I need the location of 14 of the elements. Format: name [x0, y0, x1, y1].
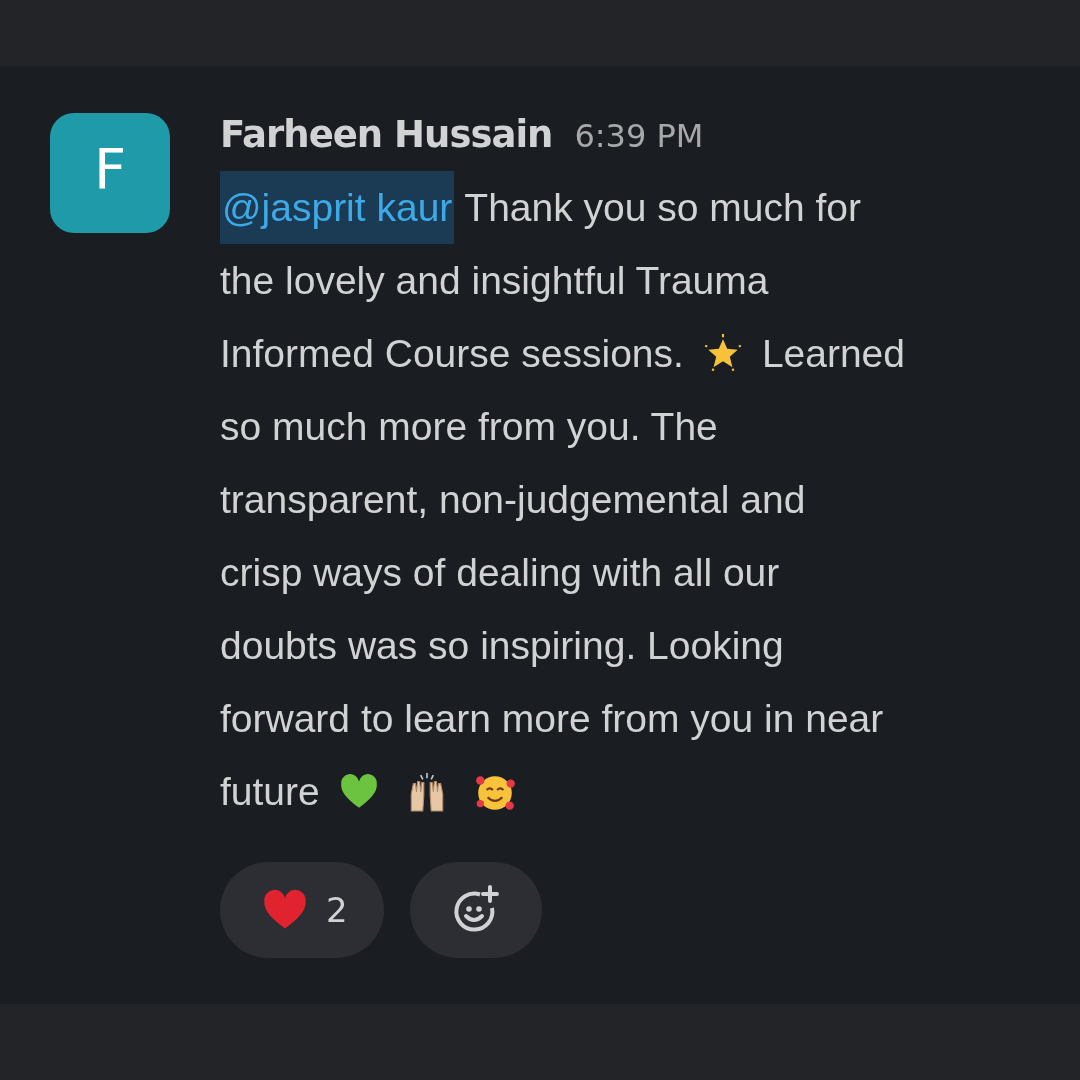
message-text: Informed Course sessions. — [220, 331, 684, 377]
message-text: transparent, non-judgemental and — [220, 477, 806, 523]
message-text: crisp ways of dealing with all our — [220, 550, 780, 596]
message-text: so much more from you. The — [220, 404, 718, 450]
reaction-button[interactable]: 2 — [220, 862, 384, 958]
mention-link[interactable]: @jasprit kaur — [220, 171, 455, 244]
message-text: Learned — [761, 331, 905, 377]
message-time[interactable]: 6:39 PM — [574, 117, 704, 155]
message-text: forward to learn more from you in near — [220, 696, 884, 742]
message-text: future — [220, 769, 320, 815]
author-name[interactable]: Farheen Hussain — [220, 113, 553, 156]
message-text: Thank you so much for — [464, 185, 861, 231]
message-text: the lovely and insightful Trauma — [220, 258, 769, 304]
message-text: doubts was so inspiring. Looking — [220, 623, 784, 669]
